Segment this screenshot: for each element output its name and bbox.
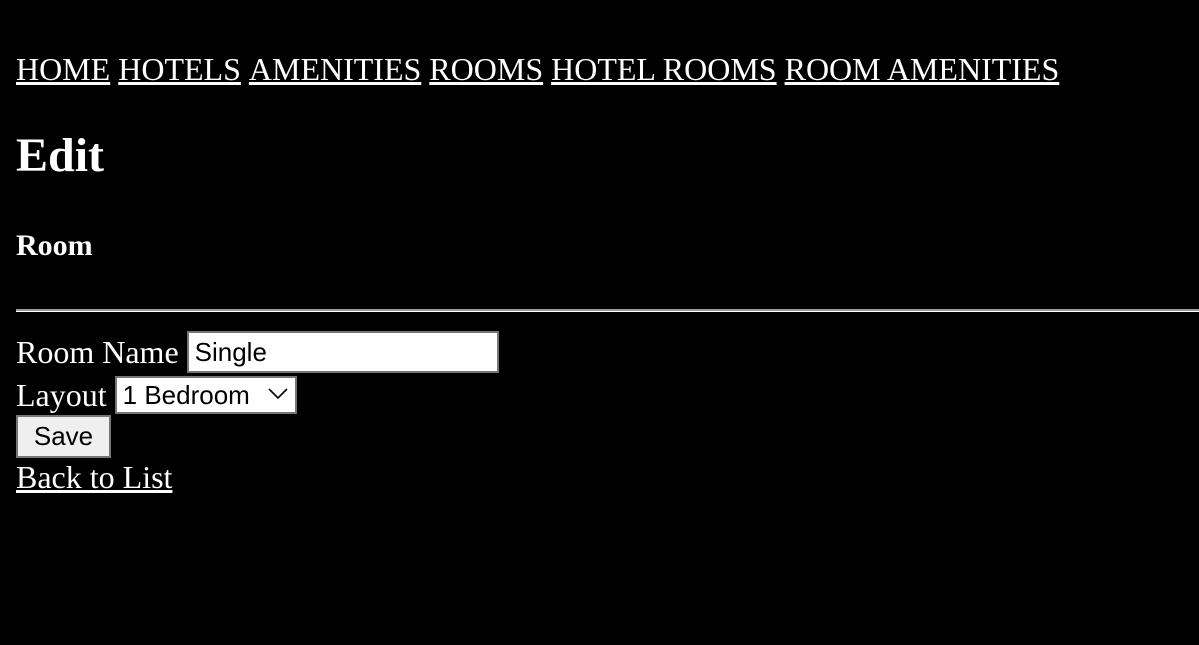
- nav-link-hotels[interactable]: HOTELS: [118, 51, 241, 87]
- chevron-down-icon: [268, 388, 288, 400]
- save-button[interactable]: Save: [16, 415, 111, 458]
- room-name-input[interactable]: Single: [186, 331, 499, 373]
- top-nav: HOME HOTELS AMENITIES ROOMS HOTEL ROOMS ROOM …: [16, 50, 1059, 88]
- page-title: Edit: [16, 129, 105, 182]
- nav-link-amenities[interactable]: AMENITIES: [249, 51, 421, 87]
- nav-link-room-amenities[interactable]: ROOM AMENITIES: [785, 51, 1060, 87]
- page: HOME HOTELS AMENITIES ROOMS HOTEL ROOMS ROOM …: [0, 0, 1199, 645]
- room-name-row: Room Name Single: [16, 330, 499, 374]
- layout-selected-value: 1 Bedroom: [122, 380, 250, 410]
- divider: [16, 309, 1199, 312]
- nav-link-home[interactable]: HOME: [16, 51, 110, 87]
- layout-label: Layout: [16, 376, 107, 413]
- nav-link-rooms[interactable]: ROOMS: [429, 51, 543, 87]
- layout-row: Layout 1 Bedroom: [16, 375, 297, 415]
- back-to-list-link[interactable]: Back to List: [16, 458, 172, 496]
- room-name-label: Room Name: [16, 333, 179, 370]
- page-subtitle: Room: [16, 229, 93, 262]
- layout-select[interactable]: 1 Bedroom: [114, 376, 297, 414]
- nav-link-hotel-rooms[interactable]: HOTEL ROOMS: [551, 51, 776, 87]
